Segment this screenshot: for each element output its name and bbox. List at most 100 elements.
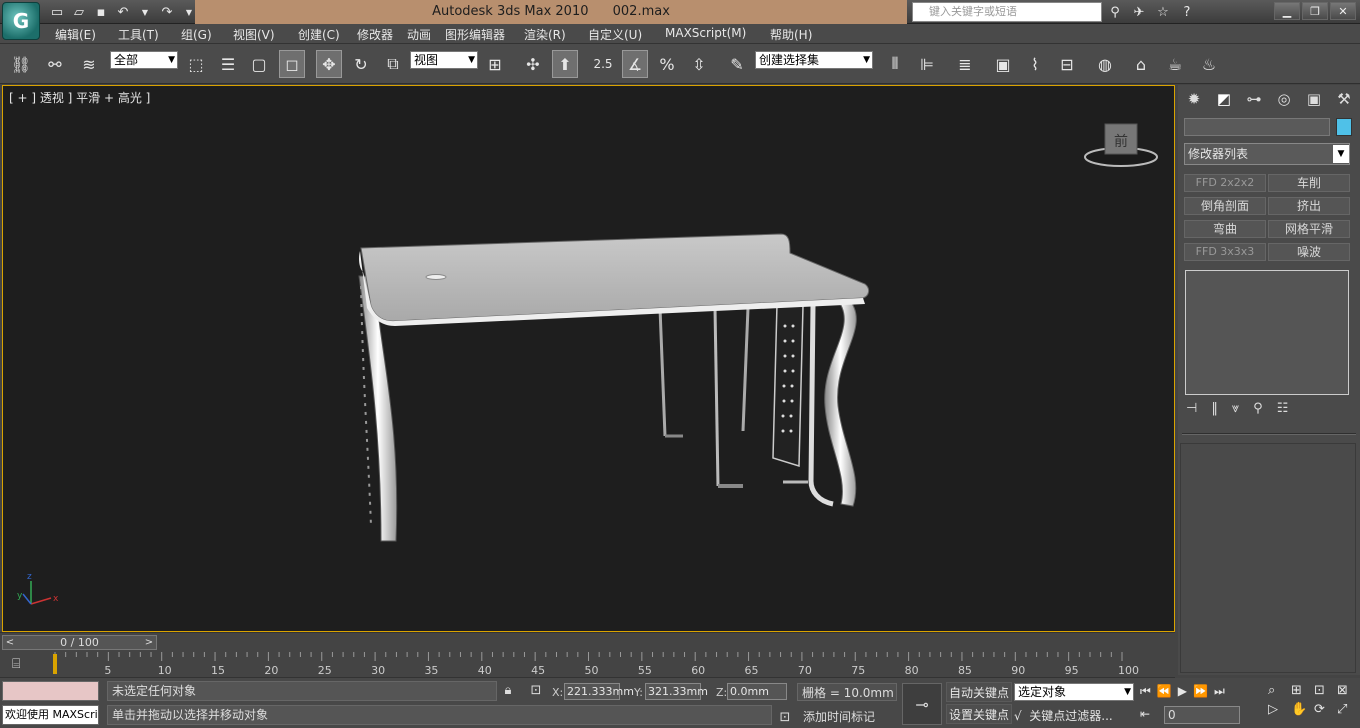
configure-modifier-sets-icon[interactable]: ☷	[1277, 401, 1289, 416]
menu-edit[interactable]: 编辑(E)	[55, 26, 96, 43]
modifier-bend-button[interactable]: 弯曲	[1184, 220, 1266, 238]
menu-maxscript[interactable]: MAXScript(M)	[665, 26, 746, 40]
viewcube[interactable]: 前	[1084, 123, 1158, 167]
new-file-icon[interactable]: ▭	[48, 3, 66, 21]
menu-create[interactable]: 创建(C)	[298, 26, 340, 43]
utilities-tab-icon[interactable]: ⚒	[1332, 87, 1356, 111]
render-setup-icon[interactable]: ⌂	[1128, 50, 1154, 78]
redo-icon[interactable]: ↷	[158, 3, 176, 21]
edit-named-selection-icon[interactable]: ✎	[724, 50, 750, 78]
modifier-lathe-button[interactable]: 车削	[1268, 174, 1350, 192]
go-to-start-icon[interactable]: ⏮	[1140, 684, 1151, 699]
x-coord-field[interactable]: 221.333mm	[564, 683, 634, 700]
communication-icon[interactable]: ✈	[1130, 3, 1148, 21]
key-selection-dropdown[interactable]: 选定对象 ▼	[1014, 683, 1134, 701]
save-file-icon[interactable]: ▪	[92, 3, 110, 21]
modifier-stack-view[interactable]	[1185, 270, 1349, 395]
modifier-noise-button[interactable]: 噪波	[1268, 243, 1350, 261]
open-file-icon[interactable]: ▱	[70, 3, 88, 21]
show-end-result-icon[interactable]: ‖	[1211, 401, 1218, 416]
zoom-extents-all-icon[interactable]: ⊠	[1337, 683, 1357, 698]
close-icon[interactable]: ✕	[1330, 2, 1356, 20]
display-tab-icon[interactable]: ▣	[1302, 87, 1326, 111]
selection-lock-icon[interactable]: 🔒︎	[500, 683, 516, 699]
menu-graph-editors[interactable]: 图形编辑器	[445, 26, 505, 43]
select-object-icon[interactable]: ⬚	[183, 50, 209, 78]
play-icon[interactable]: ▶	[1178, 684, 1187, 699]
rectangular-selection-icon[interactable]: ▢	[246, 50, 272, 78]
set-key-button[interactable]: 设置关键点	[946, 704, 1012, 724]
modifier-bevel-profile-button[interactable]: 倒角剖面	[1184, 197, 1266, 215]
time-slider-prev[interactable]: <	[3, 636, 17, 649]
menu-modifiers[interactable]: 修改器	[357, 26, 393, 43]
key-mode-toggle-icon[interactable]: ⇤	[1140, 707, 1150, 721]
pivot-center-icon[interactable]: ⊞	[482, 50, 508, 78]
layer-manager-icon[interactable]: ≣	[952, 50, 978, 78]
previous-frame-icon[interactable]: ⏪	[1157, 684, 1172, 699]
next-frame-icon[interactable]: ⏩	[1193, 684, 1208, 699]
reference-coordinate-dropdown[interactable]: 视图 ▼	[410, 51, 478, 69]
field-of-view-icon[interactable]: ▷	[1268, 702, 1288, 717]
percent-snap-icon[interactable]: %	[654, 50, 680, 78]
select-and-manipulate-icon[interactable]: ✣	[520, 50, 546, 78]
maximize-viewport-icon[interactable]: ⤢	[1337, 702, 1357, 717]
time-tag-icon[interactable]: ⊡	[777, 710, 793, 726]
current-frame-field[interactable]: 0	[1164, 706, 1240, 724]
restore-icon[interactable]: ❐	[1302, 2, 1328, 20]
undo-icon[interactable]: ↶	[114, 3, 132, 21]
mirror-icon[interactable]: ⫴	[882, 50, 908, 78]
select-by-name-icon[interactable]: ☰	[215, 50, 241, 78]
undo-dropdown-icon[interactable]: ▼	[136, 3, 154, 21]
angle-snap-icon[interactable]: ∡	[622, 50, 648, 78]
menu-views[interactable]: 视图(V)	[233, 26, 275, 43]
y-coord-field[interactable]: 321.33mm	[645, 683, 708, 700]
modifier-ffd3x3x3-button[interactable]: FFD 3x3x3	[1184, 243, 1266, 261]
snaps-toggle-icon[interactable]: 2.5	[590, 50, 616, 78]
unlink-icon[interactable]: ⚯	[42, 50, 68, 78]
minimize-icon[interactable]: ▁	[1274, 2, 1300, 20]
spinner-snap-icon[interactable]: ⇳	[686, 50, 712, 78]
curve-editor-icon[interactable]: ⌇	[1022, 50, 1048, 78]
motion-tab-icon[interactable]: ◎	[1272, 87, 1296, 111]
help-icon[interactable]: ?	[1178, 3, 1196, 21]
named-selection-set-dropdown[interactable]: 创建选择集 ▼	[755, 51, 873, 69]
time-slider-next[interactable]: >	[142, 636, 156, 649]
object-name-field[interactable]	[1184, 118, 1330, 136]
select-and-scale-icon[interactable]: ⧉	[380, 50, 406, 78]
menu-group[interactable]: 组(G)	[181, 26, 212, 43]
create-tab-icon[interactable]: ✹	[1182, 87, 1206, 111]
absolute-mode-icon[interactable]: ⊡	[528, 683, 544, 699]
pan-icon[interactable]: ✋	[1291, 702, 1311, 717]
modifier-extrude-button[interactable]: 挤出	[1268, 197, 1350, 215]
z-coord-field[interactable]: 0.0mm	[727, 683, 787, 700]
quick-render-icon[interactable]: ♨	[1196, 50, 1222, 78]
object-color-swatch[interactable]	[1336, 118, 1352, 136]
graphite-modeling-icon[interactable]: ▣	[990, 50, 1016, 78]
modifier-ffd2x2x2-button[interactable]: FFD 2x2x2	[1184, 174, 1266, 192]
menu-customize[interactable]: 自定义(U)	[588, 26, 642, 43]
schematic-view-icon[interactable]: ⊟	[1054, 50, 1080, 78]
binoculars-icon[interactable]: ⚲	[1106, 3, 1124, 21]
menu-tools[interactable]: 工具(T)	[118, 26, 159, 43]
remove-modifier-icon[interactable]: ⚲	[1253, 401, 1263, 416]
maxscript-listener-pane[interactable]	[2, 681, 99, 701]
menu-animation[interactable]: 动画	[407, 26, 431, 43]
menu-help[interactable]: 帮助(H)	[770, 26, 812, 43]
app-logo-icon[interactable]: G	[2, 2, 40, 40]
align-icon[interactable]: ⊫	[914, 50, 940, 78]
zoom-icon[interactable]: ⌕	[1268, 683, 1288, 698]
pin-stack-icon[interactable]: ⊣	[1186, 401, 1197, 416]
modifier-meshsmooth-button[interactable]: 网格平滑	[1268, 220, 1350, 238]
zoom-extents-icon[interactable]: ⊡	[1314, 683, 1334, 698]
make-unique-icon[interactable]: ⩔	[1232, 401, 1239, 416]
set-key-icon[interactable]: ⊸	[902, 683, 942, 725]
select-and-link-icon[interactable]: ⛓	[8, 50, 34, 78]
add-time-tag[interactable]: 添加时间标记	[797, 708, 897, 726]
time-slider[interactable]: < 0 / 100 >	[2, 635, 157, 650]
current-frame-marker[interactable]	[53, 654, 57, 674]
keyboard-shortcut-override-icon[interactable]: ⬆	[552, 50, 578, 78]
track-bar[interactable]: ⌸ 5 10 15 20 25 30 35 40 45 50 55 60 65 70 75 80 85 90 95 1…	[0, 652, 1175, 678]
favorites-star-icon[interactable]: ☆	[1154, 3, 1172, 21]
menu-rendering[interactable]: 渲染(R)	[524, 26, 566, 43]
zoom-all-icon[interactable]: ⊞	[1291, 683, 1311, 698]
